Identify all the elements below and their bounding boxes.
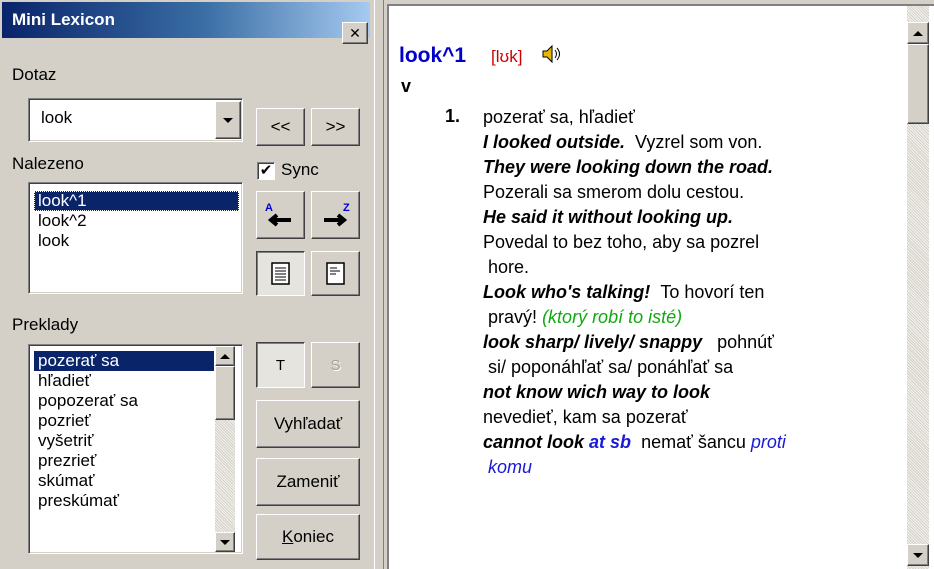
next-button-label: >> <box>325 117 346 136</box>
end-accelerator: K <box>282 527 294 546</box>
usage-note: (ktorý robí to isté) <box>542 307 683 327</box>
sort-ascending-icon: A <box>265 202 291 227</box>
next-button[interactable]: >> <box>311 108 360 146</box>
query-label: Dotaz <box>12 65 57 84</box>
found-list[interactable]: look^1 look^2 look <box>28 182 243 294</box>
dictionary-entry-view: look^1 [lʊk] v 1. pozerať sa, hľadieť I … <box>387 4 934 569</box>
example: Look who's talking! <box>483 282 651 302</box>
mini-lexicon-panel: Mini Lexicon ✕ Dotaz look << >> Nalezeno… <box>0 0 374 569</box>
full-view-button[interactable] <box>256 251 305 296</box>
svg-text:A: A <box>265 202 273 214</box>
t-button-label: T <box>275 356 286 374</box>
scroll-down-button[interactable] <box>907 544 929 566</box>
end-label-rest: oniec <box>293 527 334 546</box>
translation: pohnúť <box>717 332 774 352</box>
object-note: proti <box>750 432 786 452</box>
end-button-label: Koniec <box>282 527 334 547</box>
found-item[interactable]: look <box>34 231 239 251</box>
document-brief-icon <box>325 261 345 285</box>
sense-body: pozerať sa, hľadieť I looked outside. Vy… <box>483 105 913 480</box>
document-full-icon <box>270 261 290 285</box>
translation-item[interactable]: preskúmať <box>34 491 214 511</box>
splitter[interactable] <box>374 0 384 569</box>
object-note: at sb <box>589 432 632 452</box>
translations-scrollbar[interactable] <box>215 346 235 552</box>
entry-scrollbar[interactable] <box>907 6 929 569</box>
replace-button[interactable]: Zameniť <box>256 458 360 506</box>
translation-item[interactable]: pozrieť <box>34 411 214 431</box>
scroll-thumb[interactable] <box>215 366 235 420</box>
translation-item[interactable]: popozerať sa <box>34 391 214 411</box>
translation: Vyzrel som von. <box>635 132 763 152</box>
panel-title: Mini Lexicon <box>12 10 115 29</box>
close-icon: ✕ <box>349 24 361 41</box>
translation: nemať šancu <box>641 432 746 452</box>
translation: Povedal to bez toho, aby sa pozrel <box>483 232 760 252</box>
translation: To hovorí ten <box>660 282 765 302</box>
arrow-down-icon <box>913 552 923 558</box>
object-note: komu <box>488 457 533 477</box>
query-input[interactable]: look <box>41 108 72 128</box>
scroll-up-button[interactable] <box>215 346 235 366</box>
found-label: Nalezeno <box>12 154 84 173</box>
translation: Pozerali sa smerom dolu cestou. <box>483 182 745 202</box>
sort-za-button[interactable]: Z <box>311 191 360 239</box>
translation-item[interactable]: pozerať sa <box>34 351 214 371</box>
t-button[interactable]: T <box>256 342 305 388</box>
example: I looked outside. <box>483 132 626 152</box>
end-button[interactable]: Koniec <box>256 514 360 560</box>
entry-headword: look^1 <box>399 44 467 67</box>
translation-item[interactable]: skúmať <box>34 471 214 491</box>
translation-item[interactable]: prezrieť <box>34 451 214 471</box>
speaker-icon[interactable] <box>541 44 563 64</box>
sync-label[interactable]: Sync <box>281 160 319 180</box>
translation: nevedieť, kam sa pozerať <box>483 407 688 427</box>
translations-list[interactable]: pozerať sa hľadieť popozerať sa pozrieť … <box>28 344 243 554</box>
s-button[interactable]: S <box>311 342 360 388</box>
example: He said it without looking up. <box>483 207 733 227</box>
example: not know wich way to look <box>483 382 711 402</box>
example: They were looking down the road. <box>483 157 774 177</box>
query-dropdown-button[interactable] <box>215 101 241 139</box>
sort-descending-icon: Z <box>323 202 350 227</box>
scroll-thumb[interactable] <box>907 44 929 124</box>
brief-view-button[interactable] <box>311 251 360 296</box>
scroll-up-button[interactable] <box>907 22 929 44</box>
replace-button-label: Zameniť <box>276 472 340 491</box>
translation: pravý! <box>488 307 538 327</box>
translation: si/ poponáhľať sa/ ponáhľať sa <box>488 357 734 377</box>
translation: hore. <box>488 257 530 277</box>
arrow-down-icon <box>220 539 230 545</box>
arrow-up-icon <box>220 353 230 359</box>
translation-item[interactable]: hľadieť <box>34 371 214 391</box>
example: look sharp/ lively/ snappy <box>483 332 703 352</box>
entry-pronunciation: [lʊk] <box>491 47 523 66</box>
prev-button-label: << <box>270 117 291 136</box>
search-button-label: Vyhľadať <box>273 414 343 433</box>
translation-item[interactable]: vyšetriť <box>34 431 214 451</box>
sense-number: 1. <box>445 106 461 126</box>
close-button[interactable]: ✕ <box>342 22 368 44</box>
search-button[interactable]: Vyhľadať <box>256 400 360 448</box>
translations-label: Preklady <box>12 315 79 334</box>
scroll-down-button[interactable] <box>215 532 235 552</box>
arrow-up-icon <box>913 30 923 36</box>
sort-az-button[interactable]: A <box>256 191 305 239</box>
s-button-label: S <box>330 356 341 374</box>
entry-pos: v <box>401 76 412 96</box>
query-combobox[interactable]: look <box>28 98 243 142</box>
sense-text: pozerať sa, hľadieť <box>483 107 635 127</box>
found-item[interactable]: look^2 <box>34 211 239 231</box>
example: cannot look <box>483 432 585 452</box>
chevron-down-icon <box>223 117 233 123</box>
svg-text:Z: Z <box>343 202 350 214</box>
prev-button[interactable]: << <box>256 108 305 146</box>
found-item[interactable]: look^1 <box>34 191 239 211</box>
panel-titlebar: Mini Lexicon <box>2 2 370 38</box>
checkmark-icon: ✔ <box>259 162 273 179</box>
sync-checkbox[interactable]: ✔ <box>257 162 275 180</box>
